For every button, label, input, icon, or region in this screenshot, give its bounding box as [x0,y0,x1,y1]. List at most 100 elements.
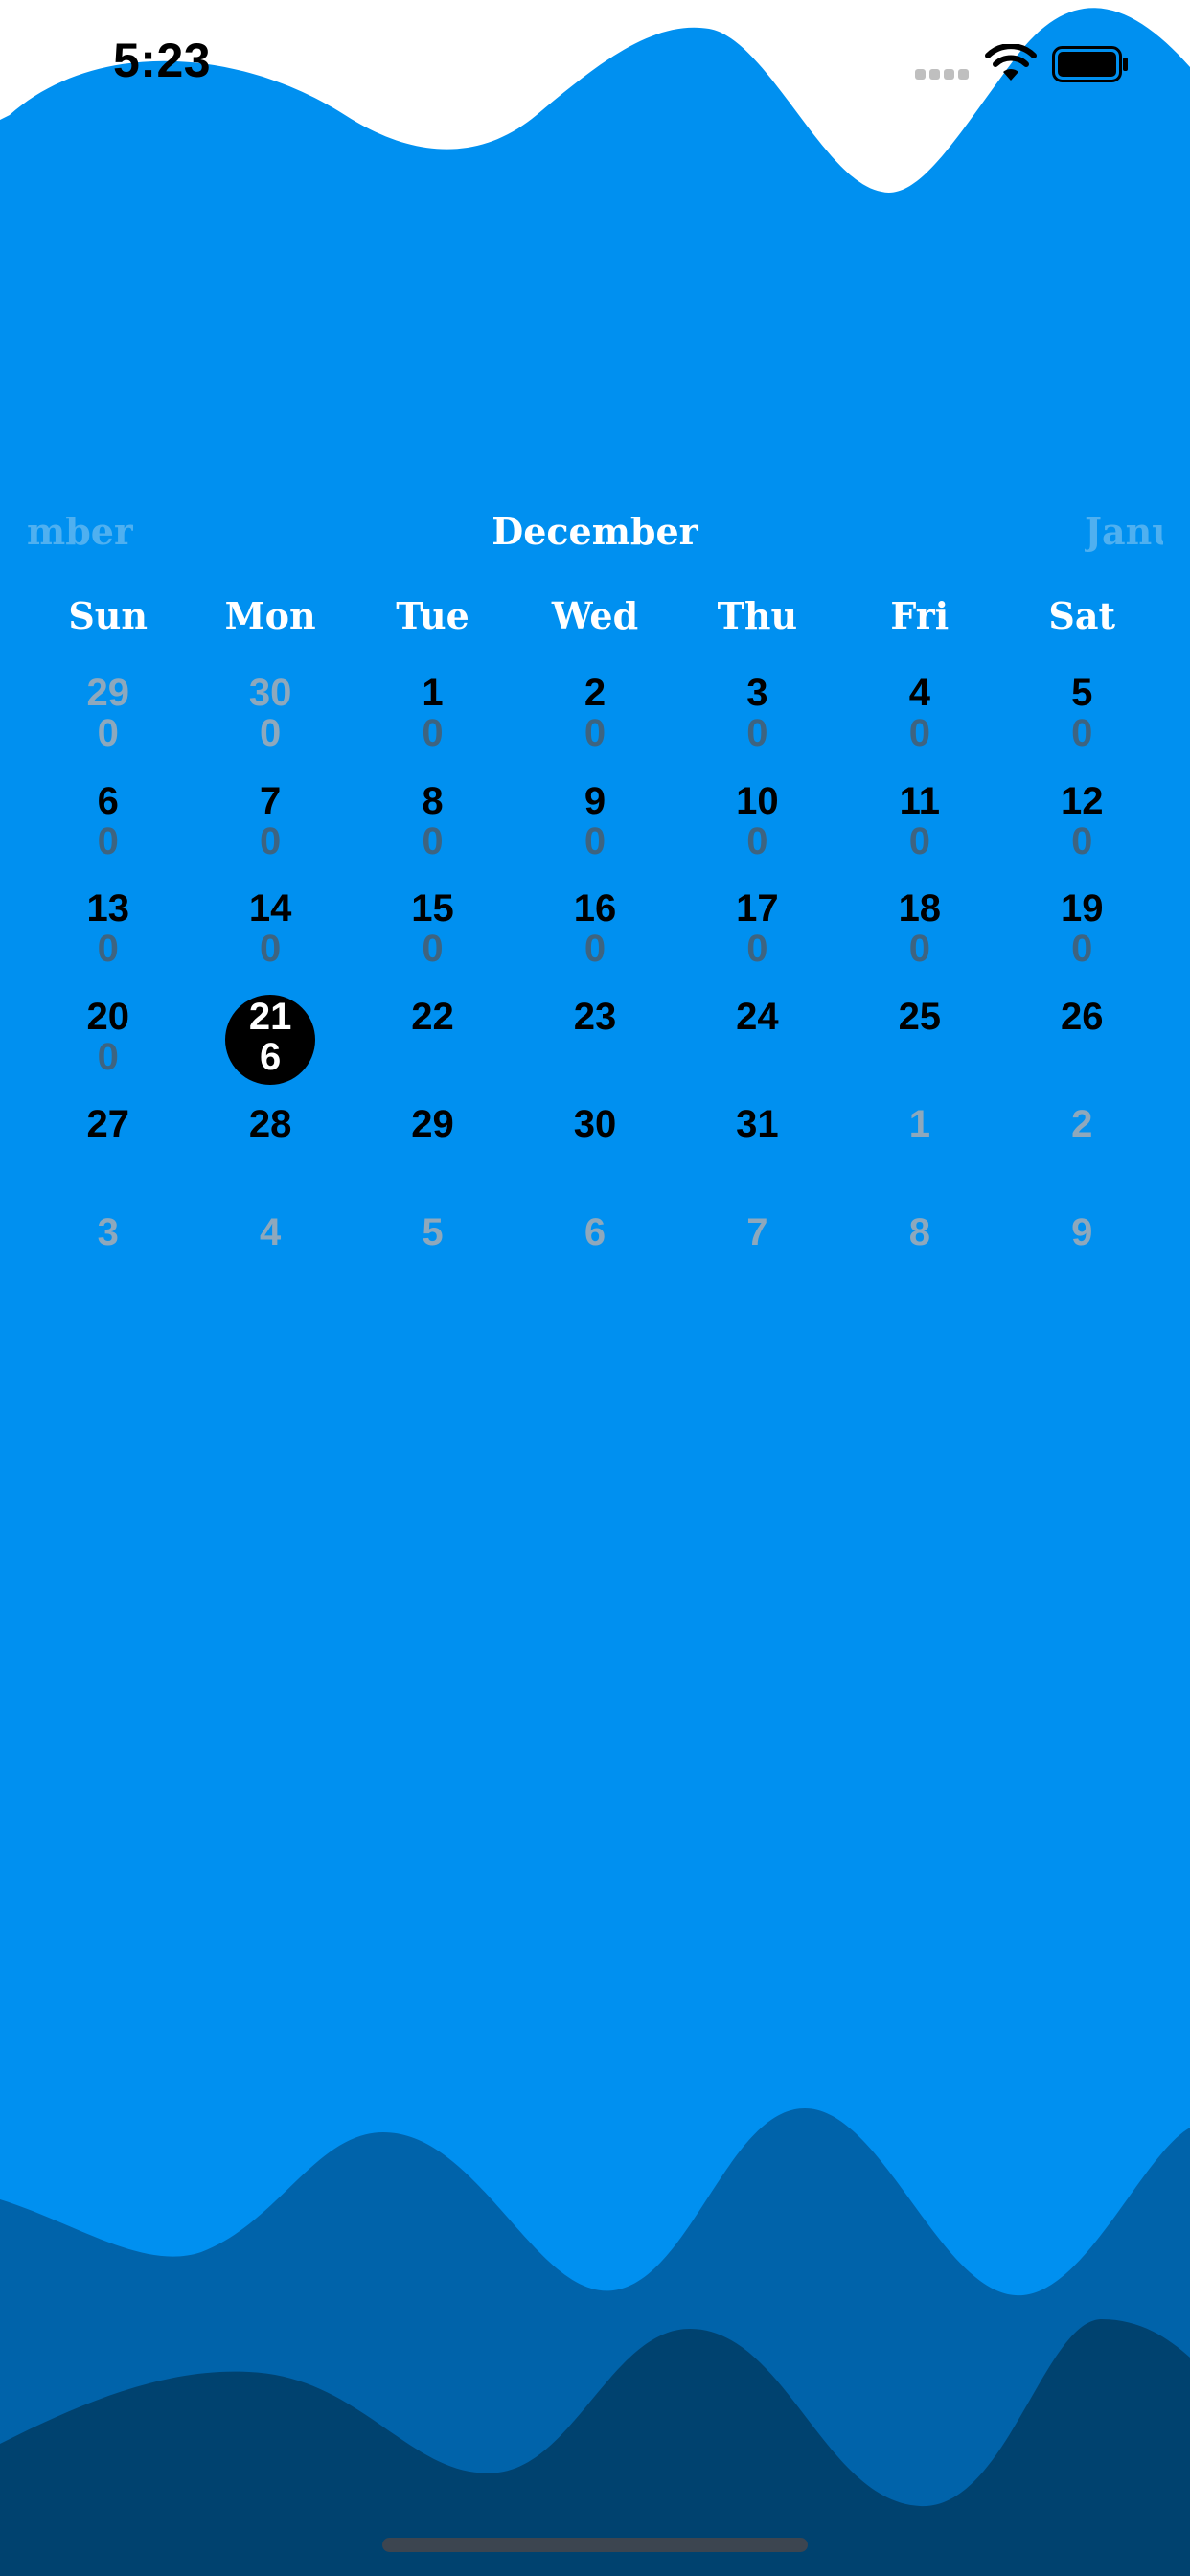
day-count: 0 [746,928,768,970]
day-cell[interactable]: 90 [514,771,675,880]
day-number: 1 [908,1103,930,1145]
day-count: 0 [908,928,930,970]
day-cell[interactable]: 17 0 [676,879,838,987]
calendar-week-row: 6 0 7 0 8 0 9 0 10 0 11 0 12 0 [27,771,1163,880]
day-cell[interactable]: 9 [1001,1203,1163,1311]
day-number: 14 [248,887,292,930]
day-cell[interactable]: 25 [838,987,1000,1095]
day-number: 28 [248,1103,292,1145]
day-number: 7 [260,779,282,822]
day-count: 0 [584,712,606,754]
day-cell[interactable]: 70 [189,771,351,880]
day-number: 8 [908,1210,930,1254]
day-cell[interactable]: 16 0 [514,879,675,987]
day-count: 0 [97,712,119,754]
day-cell[interactable]: 5 [352,1203,514,1311]
day-cell[interactable]: 8 [838,1203,1000,1311]
day-number: 29 [411,1103,454,1145]
day-cell[interactable]: 3 [27,1203,189,1311]
day-cell[interactable]: 6 [514,1203,675,1311]
day-number: 20 [86,995,129,1038]
day-cell[interactable]: 18 0 [838,879,1000,987]
weekday-thu: Thu [717,594,798,637]
day-cell[interactable]: 30 [514,1094,675,1203]
day-count: 0 [908,819,930,862]
day-count: 0 [584,928,606,970]
day-count: 6 [260,1035,282,1078]
day-number: 8 [422,779,444,822]
day-cell[interactable]: 14 0 [189,879,351,987]
day-cell[interactable]: 60 [27,771,189,880]
day-count: 0 [746,712,768,754]
day-number: 29 [86,672,129,714]
day-number: 13 [86,887,129,930]
day-cell[interactable]: 1 [838,1094,1000,1203]
day-cell[interactable]: 23 [514,987,675,1095]
day-count: 0 [97,819,119,862]
day-cell[interactable]: 29 [352,1094,514,1203]
day-cell[interactable]: 80 [352,771,514,880]
calendar-grid: 29 0 30 0 1 0 2 0 3 0 4 0 5 0 6 0 7 0 8 0 9 0 10 0 11 0 12 0 13 0 14 0 1… [27,663,1163,1310]
day-number: 17 [736,887,779,930]
day-cell[interactable]: 2 [1001,1094,1163,1203]
calendar-week-row: 20 0 21 6 22 23 24 25 26 [27,987,1163,1095]
day-number: 4 [260,1210,282,1254]
day-number: 3 [746,672,768,714]
day-number: 30 [573,1103,617,1145]
day-cell[interactable]: 10 0 [676,771,838,880]
day-number: 5 [1071,672,1093,714]
day-cell[interactable]: 29 0 [27,663,189,771]
day-cell[interactable]: 24 [676,987,838,1095]
day-number: 25 [898,995,942,1038]
day-number: 12 [1060,779,1104,822]
day-cell[interactable]: 28 [189,1094,351,1203]
next-month-label[interactable]: Janu [1085,510,1163,553]
selected-day-cell[interactable]: 21 6 [189,987,351,1095]
day-cell[interactable]: 22 [352,987,514,1095]
day-count: 0 [260,928,282,970]
day-count: 0 [1071,819,1093,862]
day-cell[interactable]: 7 [676,1203,838,1311]
day-number: 2 [584,672,606,714]
day-number: 5 [422,1210,444,1254]
day-cell[interactable]: 13 0 [27,879,189,987]
day-cell[interactable]: 40 [838,663,1000,771]
day-cell[interactable]: 15 0 [352,879,514,987]
day-number: 18 [898,887,942,930]
weekday-tue: Tue [396,594,469,637]
day-number: 4 [908,672,930,714]
day-number: 2 [1071,1103,1093,1145]
day-cell[interactable]: 50 [1001,663,1163,771]
day-cell[interactable]: 10 [352,663,514,771]
day-number: 30 [248,672,292,714]
day-count: 0 [260,819,282,862]
day-number: 3 [97,1210,119,1254]
calendar-week-row: 27 28 29 30 31 1 2 [27,1094,1163,1203]
day-cell[interactable]: 26 [1001,987,1163,1095]
day-cell[interactable]: 31 [676,1094,838,1203]
day-cell[interactable]: 12 0 [1001,771,1163,880]
day-number: 7 [746,1210,768,1254]
top-wave [0,0,1190,193]
day-cell[interactable]: 20 0 [27,987,189,1095]
day-count: 0 [746,819,768,862]
day-number: 19 [1060,887,1104,930]
weekday-mon: Mon [224,594,316,637]
current-month-title: December [492,510,698,553]
day-cell[interactable]: 30 [676,663,838,771]
day-cell[interactable]: 20 [514,663,675,771]
day-count: 0 [422,819,444,862]
day-number: 23 [573,995,617,1038]
day-cell[interactable]: 27 [27,1094,189,1203]
day-cell[interactable]: 11 0 [838,771,1000,880]
day-count: 0 [1071,712,1093,754]
day-count: 0 [422,928,444,970]
day-cell[interactable]: 4 [189,1203,351,1311]
day-cell[interactable]: 30 0 [189,663,351,771]
calendar-week-row: 3 4 5 6 7 8 9 [27,1203,1163,1311]
home-indicator[interactable] [382,2538,808,2552]
day-cell[interactable]: 19 0 [1001,879,1163,987]
day-number: 6 [584,1210,606,1254]
cellular-signal-icon [915,69,971,82]
day-number: 24 [736,995,779,1038]
